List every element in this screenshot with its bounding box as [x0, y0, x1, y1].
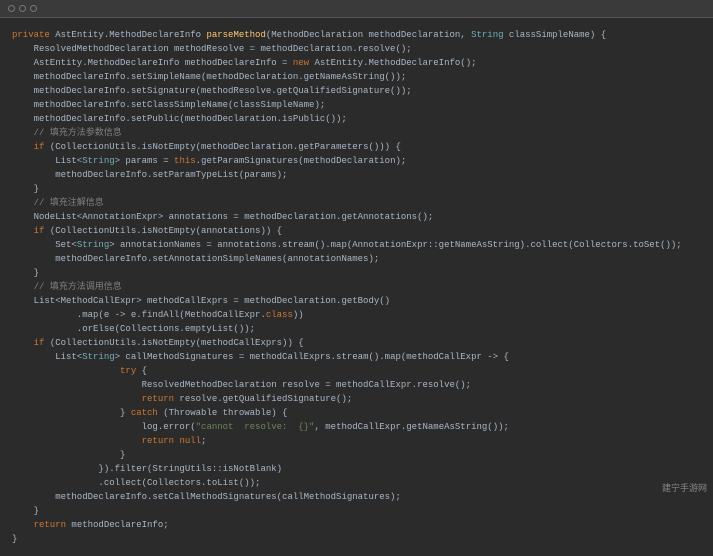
keyword-return: return: [142, 394, 174, 404]
keyword-private: private: [12, 30, 50, 40]
type-string: String: [82, 156, 114, 166]
code-line: methodDeclareInfo.setPublic(methodDeclar…: [12, 114, 347, 124]
keyword-class: class: [266, 310, 293, 320]
code-line: }).filter(StringUtils::isNotBlank): [12, 464, 282, 474]
keyword-null: null: [179, 436, 201, 446]
code-line: methodDeclareInfo.setParamTypeList(param…: [12, 170, 287, 180]
code-line: ResolvedMethodDeclaration resolve = meth…: [12, 380, 471, 390]
code-line: }: [12, 534, 17, 544]
code-editor-viewport[interactable]: private AstEntity.MethodDeclareInfo pars…: [0, 18, 713, 556]
watermark-text: 建宁手游网: [662, 481, 707, 494]
code-line: ResolvedMethodDeclaration methodResolve …: [12, 44, 412, 54]
code-line: methodDeclareInfo.setSimpleName(methodDe…: [12, 72, 406, 82]
type-string: String: [471, 30, 503, 40]
keyword-catch: catch: [131, 408, 158, 418]
keyword-if: if: [34, 142, 45, 152]
code-line: methodDeclareInfo.setCallMethodSignature…: [12, 492, 401, 502]
comment-line: // 填充方法参数信息: [12, 128, 122, 138]
code-line: methodDeclareInfo.setClassSimpleName(cla…: [12, 100, 325, 110]
window-maximize-dot[interactable]: [30, 5, 37, 12]
code-line: List<MethodCallExpr> methodCallExprs = m…: [12, 296, 390, 306]
keyword-try: try: [120, 366, 136, 376]
string-literal: "cannot resolve: {}": [196, 422, 315, 432]
method-name: parseMethod: [206, 30, 265, 40]
keyword-this: this: [174, 156, 196, 166]
keyword-if: if: [34, 338, 45, 348]
code-line: .collect(Collectors.toList());: [12, 478, 260, 488]
code-line: .orElse(Collections.emptyList());: [12, 324, 255, 334]
comment-line: // 填充注解信息: [12, 198, 104, 208]
keyword-new: new: [293, 58, 309, 68]
type-string: String: [77, 240, 109, 250]
window-titlebar: [0, 0, 713, 18]
keyword-return: return: [142, 436, 174, 446]
code-line: NodeList<AnnotationExpr> annotations = m…: [12, 212, 433, 222]
comment-line: // 填充方法调用信息: [12, 282, 122, 292]
keyword-if: if: [34, 226, 45, 236]
window-minimize-dot[interactable]: [19, 5, 26, 12]
type-string: String: [82, 352, 114, 362]
code-line: }: [12, 506, 39, 516]
keyword-return: return: [34, 520, 66, 530]
code-line: methodDeclareInfo.setSignature(methodRes…: [12, 86, 412, 96]
code-line: }: [12, 268, 39, 278]
code-line: }: [12, 184, 39, 194]
code-line: methodDeclareInfo.setAnnotationSimpleNam…: [12, 254, 379, 264]
code-line: }: [12, 450, 125, 460]
window-close-dot[interactable]: [8, 5, 15, 12]
